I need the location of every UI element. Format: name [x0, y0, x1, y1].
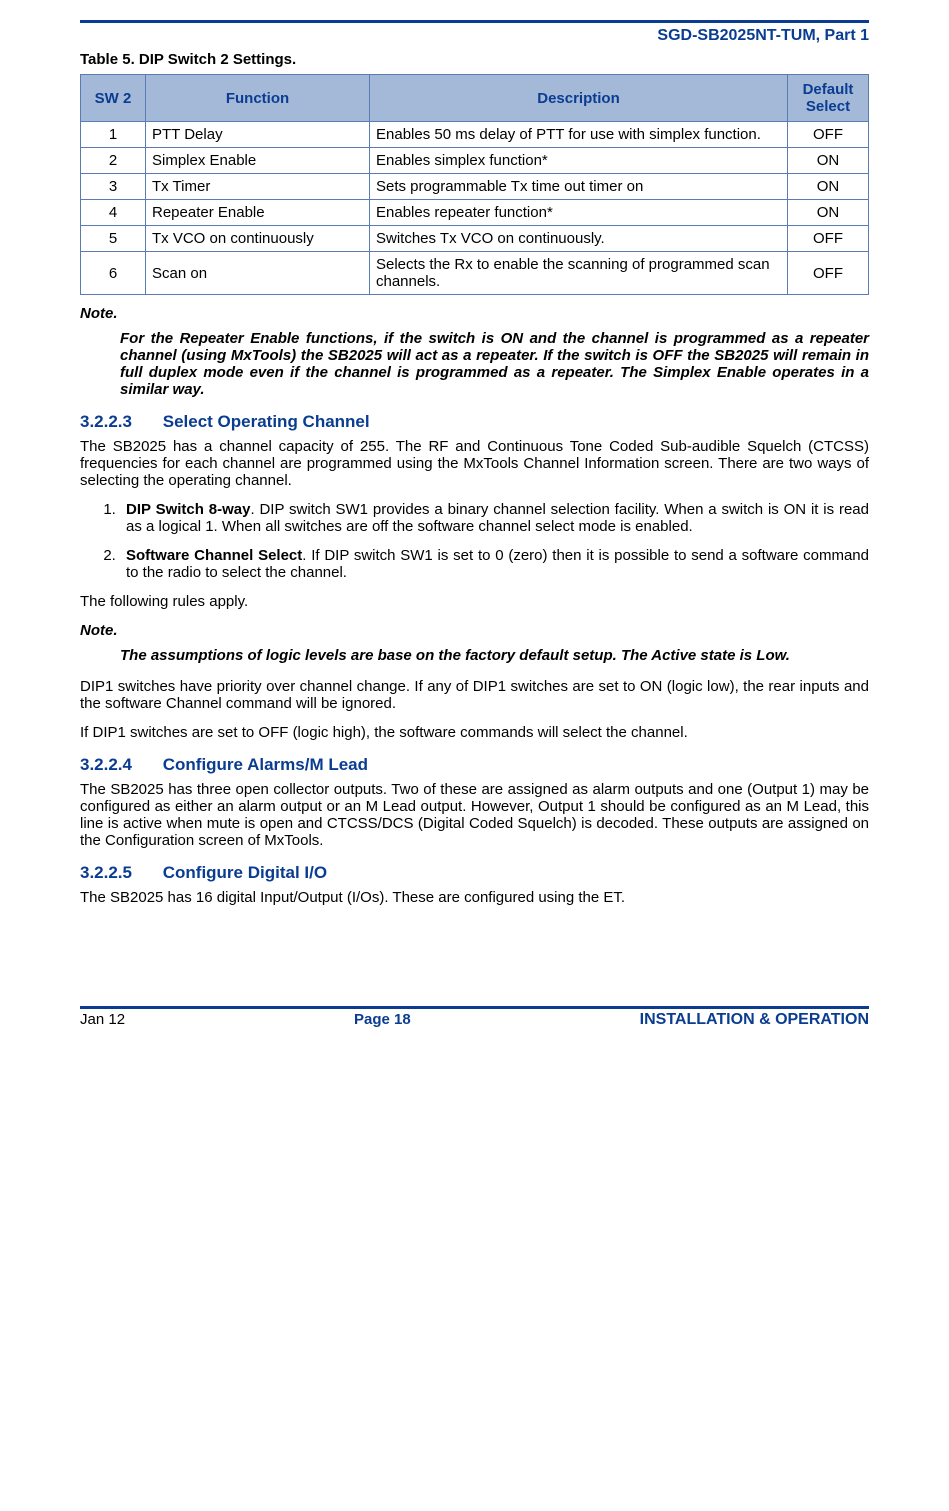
cell-function: Scan on: [146, 252, 370, 295]
heading-title: Configure Alarms/M Lead: [163, 755, 368, 774]
cell-sw2: 3: [81, 174, 146, 200]
cell-description: Switches Tx VCO on continuously.: [370, 226, 788, 252]
cell-default: OFF: [788, 252, 869, 295]
th-default: Default Select: [788, 75, 869, 122]
cell-description: Enables repeater function*: [370, 200, 788, 226]
paragraph: The following rules apply.: [80, 593, 869, 610]
cell-function: Repeater Enable: [146, 200, 370, 226]
table-row: 4 Repeater Enable Enables repeater funct…: [81, 200, 869, 226]
cell-description: Selects the Rx to enable the scanning of…: [370, 252, 788, 295]
note-body: The assumptions of logic levels are base…: [120, 647, 869, 664]
table5-caption: Table 5. DIP Switch 2 Settings.: [80, 51, 869, 68]
paragraph: The SB2025 has 16 digital Input/Output (…: [80, 889, 869, 906]
cell-default: ON: [788, 174, 869, 200]
cell-description: Enables simplex function*: [370, 148, 788, 174]
cell-default: ON: [788, 200, 869, 226]
heading-num: 3.2.2.4: [80, 755, 158, 775]
cell-function: PTT Delay: [146, 122, 370, 148]
table-row: 5 Tx VCO on continuously Switches Tx VCO…: [81, 226, 869, 252]
note-label: Note.: [80, 622, 869, 639]
th-sw2: SW 2: [81, 75, 146, 122]
cell-function: Tx VCO on continuously: [146, 226, 370, 252]
cell-sw2: 1: [81, 122, 146, 148]
paragraph: The SB2025 has three open collector outp…: [80, 781, 869, 849]
paragraph: If DIP1 switches are set to OFF (logic h…: [80, 724, 869, 741]
page-footer: Jan 12 Page 18 INSTALLATION & OPERATION: [80, 1011, 869, 1029]
footer-page: Page 18: [354, 1011, 411, 1028]
cell-sw2: 5: [81, 226, 146, 252]
paragraph: DIP1 switches have priority over channel…: [80, 678, 869, 712]
heading-num: 3.2.2.5: [80, 863, 158, 883]
cell-sw2: 4: [81, 200, 146, 226]
heading-3225: 3.2.2.5 Configure Digital I/O: [80, 863, 869, 883]
paragraph: The SB2025 has a channel capacity of 255…: [80, 438, 869, 489]
list-item: Software Channel Select. If DIP switch S…: [120, 547, 869, 581]
cell-function: Tx Timer: [146, 174, 370, 200]
list-item: DIP Switch 8-way. DIP switch SW1 provide…: [120, 501, 869, 535]
footer-section: INSTALLATION & OPERATION: [640, 1011, 869, 1029]
heading-3224: 3.2.2.4 Configure Alarms/M Lead: [80, 755, 869, 775]
table-row: 2 Simplex Enable Enables simplex functio…: [81, 148, 869, 174]
heading-title: Select Operating Channel: [163, 412, 370, 431]
heading-3223: 3.2.2.3 Select Operating Channel: [80, 412, 869, 432]
cell-default: OFF: [788, 226, 869, 252]
th-description: Description: [370, 75, 788, 122]
cell-sw2: 6: [81, 252, 146, 295]
list-item-lead: DIP Switch 8-way: [126, 501, 250, 518]
footer-date: Jan 12: [80, 1011, 125, 1028]
numbered-list: DIP Switch 8-way. DIP switch SW1 provide…: [80, 501, 869, 581]
th-function: Function: [146, 75, 370, 122]
note-body: For the Repeater Enable functions, if th…: [120, 330, 869, 398]
cell-description: Sets programmable Tx time out timer on: [370, 174, 788, 200]
heading-title: Configure Digital I/O: [163, 863, 327, 882]
note-label: Note.: [80, 305, 869, 322]
table-row: 3 Tx Timer Sets programmable Tx time out…: [81, 174, 869, 200]
cell-function: Simplex Enable: [146, 148, 370, 174]
table-row: 1 PTT Delay Enables 50 ms delay of PTT f…: [81, 122, 869, 148]
cell-sw2: 2: [81, 148, 146, 174]
cell-default: ON: [788, 148, 869, 174]
table-row: 6 Scan on Selects the Rx to enable the s…: [81, 252, 869, 295]
dip-switch-table: SW 2 Function Description Default Select…: [80, 74, 869, 295]
cell-description: Enables 50 ms delay of PTT for use with …: [370, 122, 788, 148]
list-item-lead: Software Channel Select: [126, 547, 302, 564]
document-id: SGD-SB2025NT-TUM, Part 1: [80, 27, 869, 45]
cell-default: OFF: [788, 122, 869, 148]
heading-num: 3.2.2.3: [80, 412, 158, 432]
